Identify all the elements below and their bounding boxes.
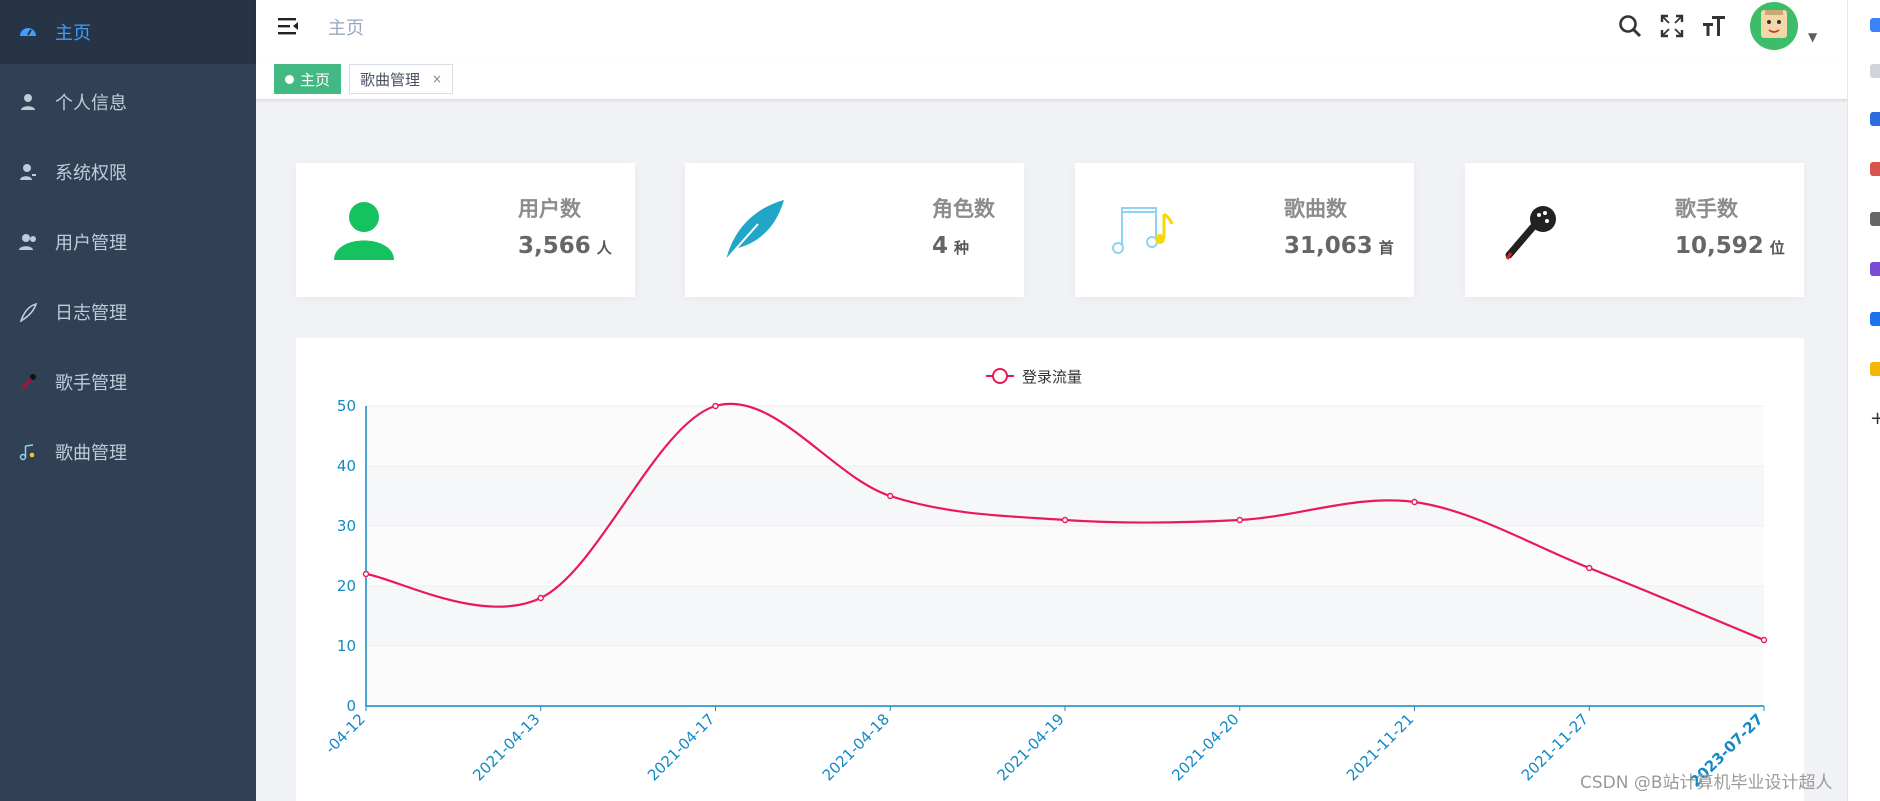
data-point <box>1586 564 1593 572</box>
user-icon <box>326 193 402 269</box>
sidebar-item-permissions[interactable]: 系统权限 <box>0 140 256 204</box>
tag-label: 主页 <box>300 70 331 89</box>
stat-card-songs[interactable]: 歌曲数 31,063 首 <box>1075 163 1414 297</box>
y-tick-label: 40 <box>337 457 356 475</box>
search-icon[interactable] <box>1616 12 1644 40</box>
sidebar-item-label: 歌手管理 <box>55 373 127 394</box>
data-point <box>1411 498 1418 506</box>
navbar: 主页 ▼ <box>256 0 1848 58</box>
feather-icon <box>715 193 791 269</box>
microphone-icon <box>1495 193 1571 269</box>
legend-label: 登录流量 <box>1022 368 1082 386</box>
sidebar-item-songs[interactable]: 歌曲管理 <box>0 420 256 484</box>
feather-icon <box>18 302 38 322</box>
user-icon <box>18 92 38 112</box>
toolbox-icon[interactable] <box>1870 162 1880 176</box>
app-icon[interactable] <box>1870 18 1880 32</box>
sidebar-item-label: 日志管理 <box>55 303 127 324</box>
music-icon <box>18 442 38 462</box>
data-point <box>712 402 719 410</box>
music-notes-icon <box>1105 193 1181 269</box>
watermark: CSDN @B站计算机毕业设计超人 <box>1580 773 1833 793</box>
avatar-icon <box>1757 7 1791 45</box>
fullscreen-icon[interactable] <box>1658 12 1686 40</box>
user-icon[interactable] <box>1870 212 1880 226</box>
search-icon[interactable] <box>1870 64 1880 78</box>
y-tick-label: 20 <box>337 577 356 595</box>
grid-band <box>366 646 1764 706</box>
app-icon[interactable] <box>1870 112 1880 126</box>
x-tick-label: 2021-04-13 <box>469 710 543 784</box>
app-icon[interactable] <box>1870 262 1880 276</box>
login-traffic-chart: 01020304050-04-12 2021-04-13 2021-04-17 202… <box>321 368 1768 791</box>
card-value: 4种 <box>932 233 970 259</box>
chart-panel: 0 10 20 30 40 50 -04-12 2021-04-13 2021-04-17 202… <box>296 338 1804 801</box>
sidebar-item-home[interactable]: 主页 <box>0 0 256 64</box>
sidebar-item-profile[interactable]: 个人信息 <box>0 70 256 134</box>
grid-band <box>366 406 1764 466</box>
send-icon[interactable] <box>1870 362 1880 376</box>
x-tick-label: 2021-11-21 <box>1343 710 1417 784</box>
x-tick-label: -04-12 <box>321 710 368 757</box>
card-title: 用户数 <box>518 197 581 221</box>
tag-home[interactable]: 主页 <box>274 64 342 94</box>
data-point <box>1760 636 1768 644</box>
sidebar-item-label: 系统权限 <box>55 163 127 184</box>
y-tick-label: 10 <box>337 637 356 655</box>
font-size-icon[interactable] <box>1700 12 1728 40</box>
data-point <box>1236 516 1243 524</box>
sidebar: 主页 个人信息 系统权限 用户管理 日志管理 歌手管理 歌曲管理 <box>0 0 256 801</box>
data-point <box>362 570 370 578</box>
card-value: 31,063 首 <box>1284 233 1394 259</box>
sidebar-item-users[interactable]: 用户管理 <box>0 210 256 274</box>
user-key-icon <box>18 162 38 182</box>
tag-label: 歌曲管理 <box>360 70 421 89</box>
avatar[interactable] <box>1750 2 1798 50</box>
card-title: 歌手数 <box>1675 197 1738 221</box>
tag-song-management[interactable]: 歌曲管理 × <box>349 64 454 94</box>
x-tick-label: 2021-04-20 <box>1168 710 1242 784</box>
active-dot-icon <box>285 74 294 84</box>
card-value: 3,566 人 <box>518 233 612 259</box>
outlook-icon[interactable] <box>1870 312 1880 326</box>
sidebar-item-logs[interactable]: 日志管理 <box>0 280 256 344</box>
x-tick-label: 2021-04-18 <box>819 710 893 784</box>
grid-band <box>366 586 1764 646</box>
card-title: 歌曲数 <box>1284 197 1347 221</box>
legend-marker <box>992 368 1008 384</box>
data-point <box>1061 516 1069 524</box>
chevron-down-icon[interactable]: ▼ <box>1808 30 1817 44</box>
plus-icon[interactable]: + <box>1870 410 1880 428</box>
users-icon <box>18 232 38 252</box>
stat-card-users[interactable]: 用户数 3,566 人 <box>296 163 635 297</box>
sidebar-item-singers[interactable]: 歌手管理 <box>0 350 256 414</box>
sidebar-item-label: 歌曲管理 <box>55 443 127 464</box>
data-point <box>537 594 544 602</box>
grid-band <box>366 526 1764 586</box>
dashboard-icon <box>18 22 38 42</box>
stat-card-singers[interactable]: 歌手数 10,592 位 <box>1465 163 1804 297</box>
sidebar-item-label: 用户管理 <box>55 233 127 254</box>
close-icon[interactable]: × <box>432 72 442 86</box>
microphone-icon <box>18 372 38 392</box>
x-tick-label: 2021-04-17 <box>644 710 718 784</box>
tags-view: 主页 歌曲管理 × <box>256 58 1848 100</box>
right-edge-toolbar: + <box>1847 0 1880 801</box>
data-point <box>887 492 894 500</box>
card-title: 角色数 <box>932 197 995 221</box>
card-value: 10,592 位 <box>1675 233 1785 259</box>
y-tick-label: 50 <box>337 397 356 415</box>
y-tick-label: 30 <box>337 517 356 535</box>
sidebar-item-label: 主页 <box>55 23 91 44</box>
sidebar-item-label: 个人信息 <box>55 93 127 114</box>
x-tick-label: 2021-04-19 <box>993 710 1067 784</box>
breadcrumb[interactable]: 主页 <box>328 14 364 40</box>
stat-card-roles[interactable]: 角色数 4种 <box>685 163 1024 297</box>
hamburger-icon[interactable] <box>276 14 300 38</box>
